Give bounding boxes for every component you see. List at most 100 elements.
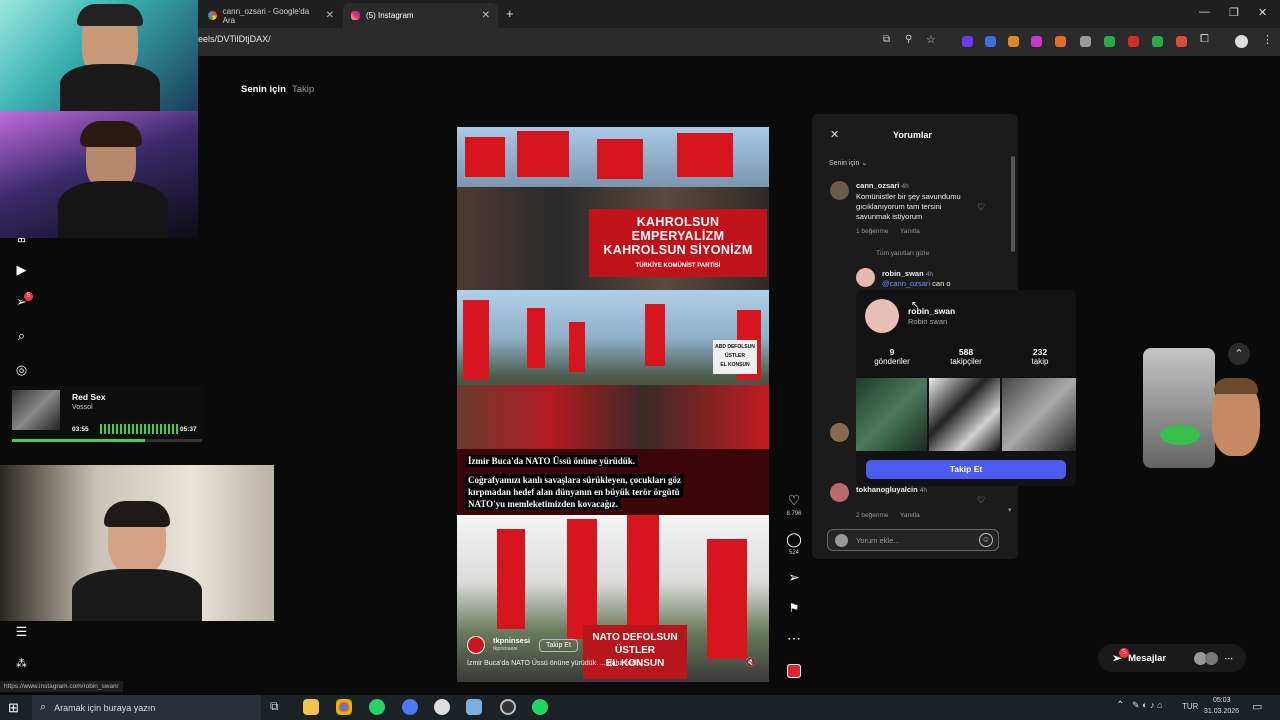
chrome-icon[interactable]	[336, 699, 352, 715]
comments-sort-dropdown[interactable]: Senin için ⌄	[829, 159, 867, 167]
notification-center-icon[interactable]: ▭	[1252, 700, 1262, 713]
comment-like-heart-icon[interactable]: ♡	[977, 495, 985, 506]
close-icon[interactable]: ✕	[482, 10, 490, 21]
menu-dots-icon[interactable]: ⋮	[1262, 33, 1273, 46]
extension-icon[interactable]	[1031, 36, 1042, 47]
reply-mention[interactable]: @cann_ozsari	[882, 279, 930, 288]
tab-instagram[interactable]: (5) Instagram ✕	[343, 3, 498, 28]
post-thumbnail[interactable]	[1002, 378, 1076, 451]
more-dots-icon[interactable]: ⋯	[786, 630, 802, 647]
music-widget: Red Sex Vossol 03:55 05:37	[10, 386, 204, 442]
comment-username[interactable]: cann_ozsari	[856, 181, 899, 190]
restore-icon[interactable]: ❐	[1229, 6, 1239, 19]
comment-username[interactable]: tokhanogluyalcin	[856, 485, 918, 494]
profile-avatar[interactable]	[1235, 35, 1248, 48]
extension-icon[interactable]	[1080, 36, 1091, 47]
tray-icons[interactable]: ✎ ◐ ♪ ⌂	[1132, 700, 1162, 711]
extension-icon[interactable]	[985, 36, 996, 47]
audio-thumbnail[interactable]	[787, 664, 801, 678]
comment-likes[interactable]: 2 beğenme	[856, 512, 889, 519]
commenter-avatar[interactable]	[830, 483, 849, 502]
scrollbar[interactable]	[1011, 156, 1015, 252]
extension-icon[interactable]	[1055, 36, 1066, 47]
clock-date[interactable]: 31.03.2026	[1204, 708, 1239, 715]
stat-label: takipçiler	[950, 357, 982, 366]
author-avatar[interactable]	[467, 636, 485, 654]
hamburger-menu-icon[interactable]: ☰	[14, 624, 29, 639]
reel-photo-1: KAHROLSUN EMPERYALİZM KAHROLSUN SİYONİZM…	[457, 127, 769, 290]
language-indicator[interactable]: TUR	[1182, 702, 1198, 711]
comment-input[interactable]: Yorum ekle... ☺	[827, 529, 999, 551]
reel-follow-button[interactable]: Takip Et	[539, 639, 578, 652]
extensions-puzzle-icon[interactable]: ⧠	[1200, 33, 1209, 46]
person-body	[60, 64, 160, 111]
extension-icon[interactable]	[1152, 36, 1163, 47]
post-thumbnail[interactable]	[856, 378, 927, 451]
comment-likes[interactable]: 1 beğenme	[856, 228, 889, 235]
reel-caption-overlay: İzmir Buca'da NATO Üssü önüne yürüdük. C…	[457, 449, 769, 515]
scroll-up-button[interactable]: ⌃	[1228, 343, 1250, 365]
reply-username[interactable]: robin_swan	[882, 269, 924, 278]
profile-hover-card: robin_swan Robin swan 9 gönderiler 588 tak…	[856, 290, 1076, 486]
post-thumbnail[interactable]	[929, 378, 1000, 451]
new-tab-button[interactable]: +	[506, 6, 514, 21]
app-icon[interactable]	[402, 699, 418, 715]
chevron-up-icon[interactable]: ⌃	[1116, 700, 1124, 711]
reel-description[interactable]: İzmir Buca'da NATO Üssü önüne yürüdük. .…	[467, 660, 640, 667]
reel-video[interactable]: KAHROLSUN EMPERYALİZM KAHROLSUN SİYONİZM…	[457, 127, 769, 682]
taskbar-search[interactable]: ⌕ Aramak için buraya yazın	[32, 695, 261, 720]
commenter-avatar[interactable]	[830, 181, 849, 200]
profile-avatar[interactable]	[865, 299, 899, 333]
extension-icon[interactable]	[1008, 36, 1019, 47]
comment-reply[interactable]: Yanıtla	[900, 228, 920, 235]
url-field[interactable]: eels/DVTilDtjDAX/	[198, 34, 271, 44]
comment-like-heart-icon[interactable]: ♡	[977, 202, 985, 213]
tab-following[interactable]: Takip	[292, 84, 314, 95]
track-progress-fill	[12, 439, 145, 442]
app-icon[interactable]	[500, 699, 516, 715]
mute-icon[interactable]: 🔇	[745, 657, 756, 668]
close-window-icon[interactable]: ✕	[1258, 6, 1267, 19]
minimize-icon[interactable]: —	[1199, 6, 1210, 18]
clock-time[interactable]: 05:03	[1213, 697, 1231, 704]
reply-avatar[interactable]	[856, 268, 875, 287]
close-icon[interactable]: ✕	[326, 10, 334, 21]
stat-value: 9	[889, 347, 895, 357]
comment-reply[interactable]: Yanıtla	[900, 512, 920, 519]
explore-icon[interactable]: ◎	[14, 362, 29, 377]
zoom-icon[interactable]: ⚲	[905, 34, 912, 45]
scroll-down-icon[interactable]: ▾	[1008, 506, 1012, 514]
tab-google-search[interactable]: cann_ozsari - Google'da Ara ✕	[200, 3, 342, 28]
cast-icon[interactable]: ⧉	[883, 34, 890, 45]
extension-icon[interactable]	[1176, 36, 1187, 47]
app-icon[interactable]	[466, 699, 482, 715]
hide-replies-link[interactable]: Tüm yanıtları gizle	[876, 250, 929, 257]
task-view-icon[interactable]: ⧉	[270, 699, 279, 714]
app-icon[interactable]	[434, 699, 450, 715]
sort-label: Senin için	[829, 160, 860, 167]
share-icon[interactable]: ➢	[786, 569, 802, 586]
comment-icon[interactable]: ◯	[786, 531, 802, 548]
extension-icon[interactable]	[962, 36, 973, 47]
emoji-icon[interactable]: ☺	[979, 533, 993, 547]
like-heart-icon[interactable]: ♡	[786, 492, 802, 509]
red-flag	[645, 304, 665, 366]
whatsapp-icon[interactable]	[369, 699, 385, 715]
bookmark-star-icon[interactable]: ☆	[926, 33, 936, 46]
bookmark-icon[interactable]: ⚑	[786, 601, 802, 615]
spotify-icon[interactable]	[532, 699, 548, 715]
comment-text-line: Komünistler bir şey savundumu	[856, 192, 961, 201]
file-explorer-icon[interactable]	[303, 699, 319, 715]
red-flag	[597, 139, 643, 179]
tab-for-you[interactable]: Senin için	[241, 84, 286, 95]
commenter-avatar[interactable]	[830, 423, 849, 442]
extension-icon[interactable]	[1104, 36, 1115, 47]
more-icon[interactable]: ⁂	[14, 657, 29, 672]
close-icon[interactable]: ✕	[830, 128, 839, 141]
author-username[interactable]: tkpninsesi	[493, 636, 530, 645]
profile-follow-button[interactable]: Takip Et	[866, 460, 1066, 479]
reels-icon[interactable]: ▶	[14, 262, 29, 277]
windows-start-icon[interactable]: ⊞	[8, 700, 19, 716]
search-icon[interactable]: ⌕	[14, 328, 29, 343]
extension-icon[interactable]	[1128, 36, 1139, 47]
